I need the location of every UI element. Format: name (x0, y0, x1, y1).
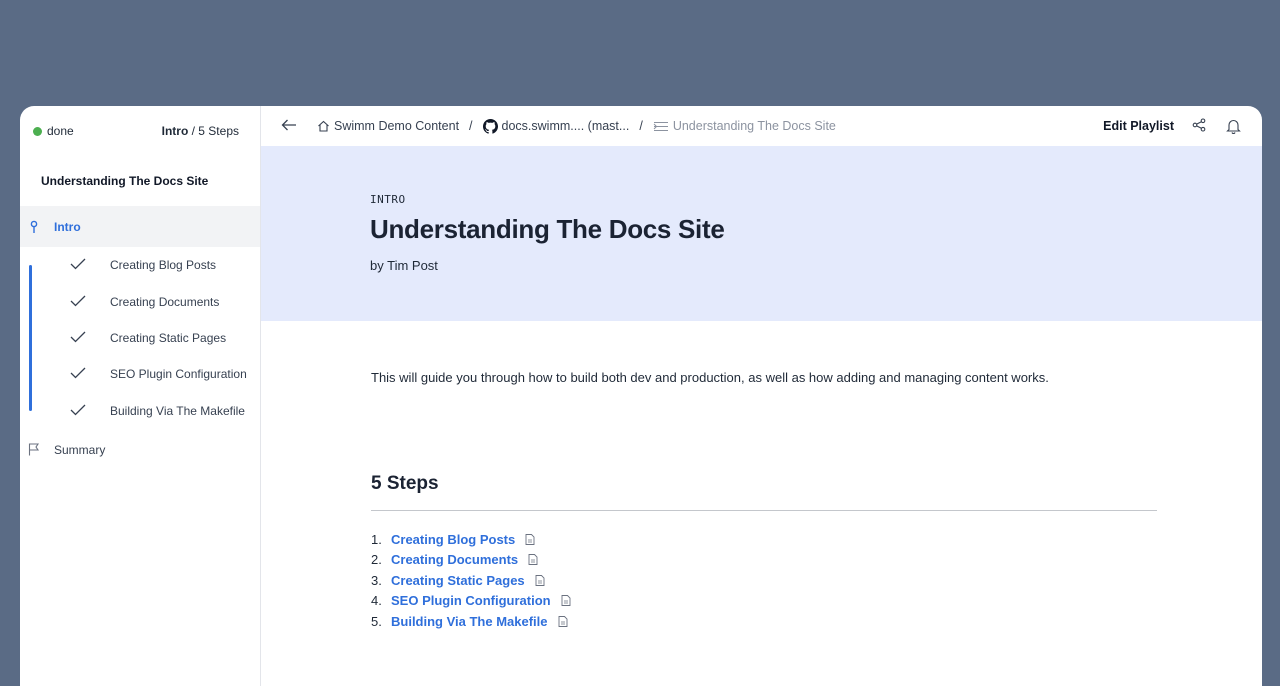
breadcrumb-label: Swimm Demo Content (334, 119, 460, 133)
steps-heading: 5 Steps (371, 473, 439, 494)
document-icon (525, 533, 535, 545)
hero-header: INTRO Understanding The Docs Site by Tim… (261, 146, 1262, 321)
sidebar-step-label: SEO Plugin Configuration (110, 367, 247, 382)
top-bar: Swimm Demo Content / docs.swimm.... (mas… (261, 106, 1262, 146)
app-window: done Intro / 5 Steps Understanding The D… (20, 106, 1262, 686)
flag-icon (28, 443, 40, 457)
list-item: 3. Creating Static Pages (371, 570, 1262, 591)
breadcrumb-current: Understanding The Docs Site (653, 119, 836, 133)
steps-list: 1. Creating Blog Posts 2. Creating Docum… (371, 529, 1262, 632)
status-dot-icon (33, 126, 42, 136)
pin-icon (28, 220, 40, 234)
document-icon (561, 595, 571, 607)
list-item: 2. Creating Documents (371, 550, 1262, 571)
breadcrumb-label: Understanding The Docs Site (672, 119, 836, 133)
sidebar-item-intro[interactable]: Intro (20, 206, 260, 247)
list-item: 4. SEO Plugin Configuration (371, 591, 1262, 612)
page-title: Understanding The Docs Site (370, 214, 725, 244)
step-number: 1. (371, 531, 382, 547)
bell-icon[interactable] (1226, 118, 1242, 134)
playlist-icon (653, 121, 668, 131)
status-label: done (47, 124, 74, 138)
sidebar-step-label: Creating Blog Posts (110, 258, 217, 273)
step-number: 2. (371, 552, 382, 568)
step-number: 4. (371, 593, 382, 609)
check-icon (70, 258, 88, 272)
document-icon (535, 574, 545, 586)
check-icon (70, 367, 88, 381)
top-actions: Edit Playlist (1103, 106, 1242, 146)
sidebar-steps-list: Creating Blog Posts Creating Documents C… (20, 247, 260, 429)
sidebar-step-label: Creating Documents (110, 294, 220, 309)
breadcrumb-label: docs.swimm.... (mast... (501, 119, 630, 133)
step-link[interactable]: Creating Documents (391, 552, 518, 567)
home-icon (318, 120, 329, 132)
step-number: 5. (371, 613, 382, 629)
main-content: Swimm Demo Content / docs.swimm.... (mas… (261, 106, 1262, 686)
step-link[interactable]: Creating Static Pages (391, 573, 525, 588)
sidebar-step-item[interactable]: Creating Documents (20, 283, 260, 319)
list-item: 5. Building Via The Makefile (371, 611, 1262, 632)
intro-paragraph: This will guide you through how to build… (371, 370, 1049, 385)
playlist-sidebar: done Intro / 5 Steps Understanding The D… (20, 106, 261, 686)
step-link[interactable]: SEO Plugin Configuration (391, 593, 551, 608)
back-arrow-icon[interactable] (281, 119, 299, 133)
breadcrumb-separator: / (639, 119, 643, 133)
document-icon (558, 615, 568, 627)
sidebar-step-label: Building Via The Makefile (110, 403, 245, 418)
sidebar-step-label: Creating Static Pages (110, 330, 227, 345)
divider (371, 510, 1157, 511)
step-link[interactable]: Creating Blog Posts (391, 532, 515, 547)
check-icon (70, 404, 88, 418)
status-indicator: done (33, 124, 74, 138)
sidebar-step-item[interactable]: Creating Static Pages (20, 320, 260, 356)
playlist-title: Understanding The Docs Site (41, 174, 209, 188)
breadcrumb-separator: / (469, 119, 473, 133)
doc-body: This will guide you through how to build… (261, 321, 1262, 632)
section-label: INTRO (370, 193, 406, 206)
breadcrumb-branch[interactable]: docs.swimm.... (mast... (482, 118, 630, 134)
breadcrumb-repo[interactable]: Swimm Demo Content (317, 119, 459, 133)
step-number: 3. (371, 572, 382, 588)
sidebar-step-item[interactable]: SEO Plugin Configuration (20, 356, 260, 392)
sidebar-step-item[interactable]: Building Via The Makefile (20, 393, 260, 429)
sidebar-step-item[interactable]: Creating Blog Posts (20, 247, 260, 283)
sidebar-header: done Intro / 5 Steps (20, 106, 260, 156)
github-icon (482, 118, 498, 134)
list-item: 1. Creating Blog Posts (371, 529, 1262, 550)
document-icon (528, 554, 538, 566)
progress-current: Intro (161, 124, 189, 138)
share-icon[interactable] (1192, 118, 1208, 134)
progress-indicator: Intro / 5 Steps (162, 124, 239, 138)
progress-bar (29, 265, 32, 411)
sidebar-item-summary[interactable]: Summary (20, 429, 260, 471)
check-icon (70, 295, 88, 309)
author-line: by Tim Post (370, 258, 438, 273)
check-icon (70, 331, 88, 345)
sidebar-item-label: Summary (54, 442, 106, 457)
step-link[interactable]: Building Via The Makefile (391, 614, 548, 629)
sidebar-item-label: Intro (54, 219, 81, 234)
edit-playlist-button[interactable]: Edit Playlist (1103, 119, 1174, 133)
progress-total: / 5 Steps (188, 124, 239, 138)
